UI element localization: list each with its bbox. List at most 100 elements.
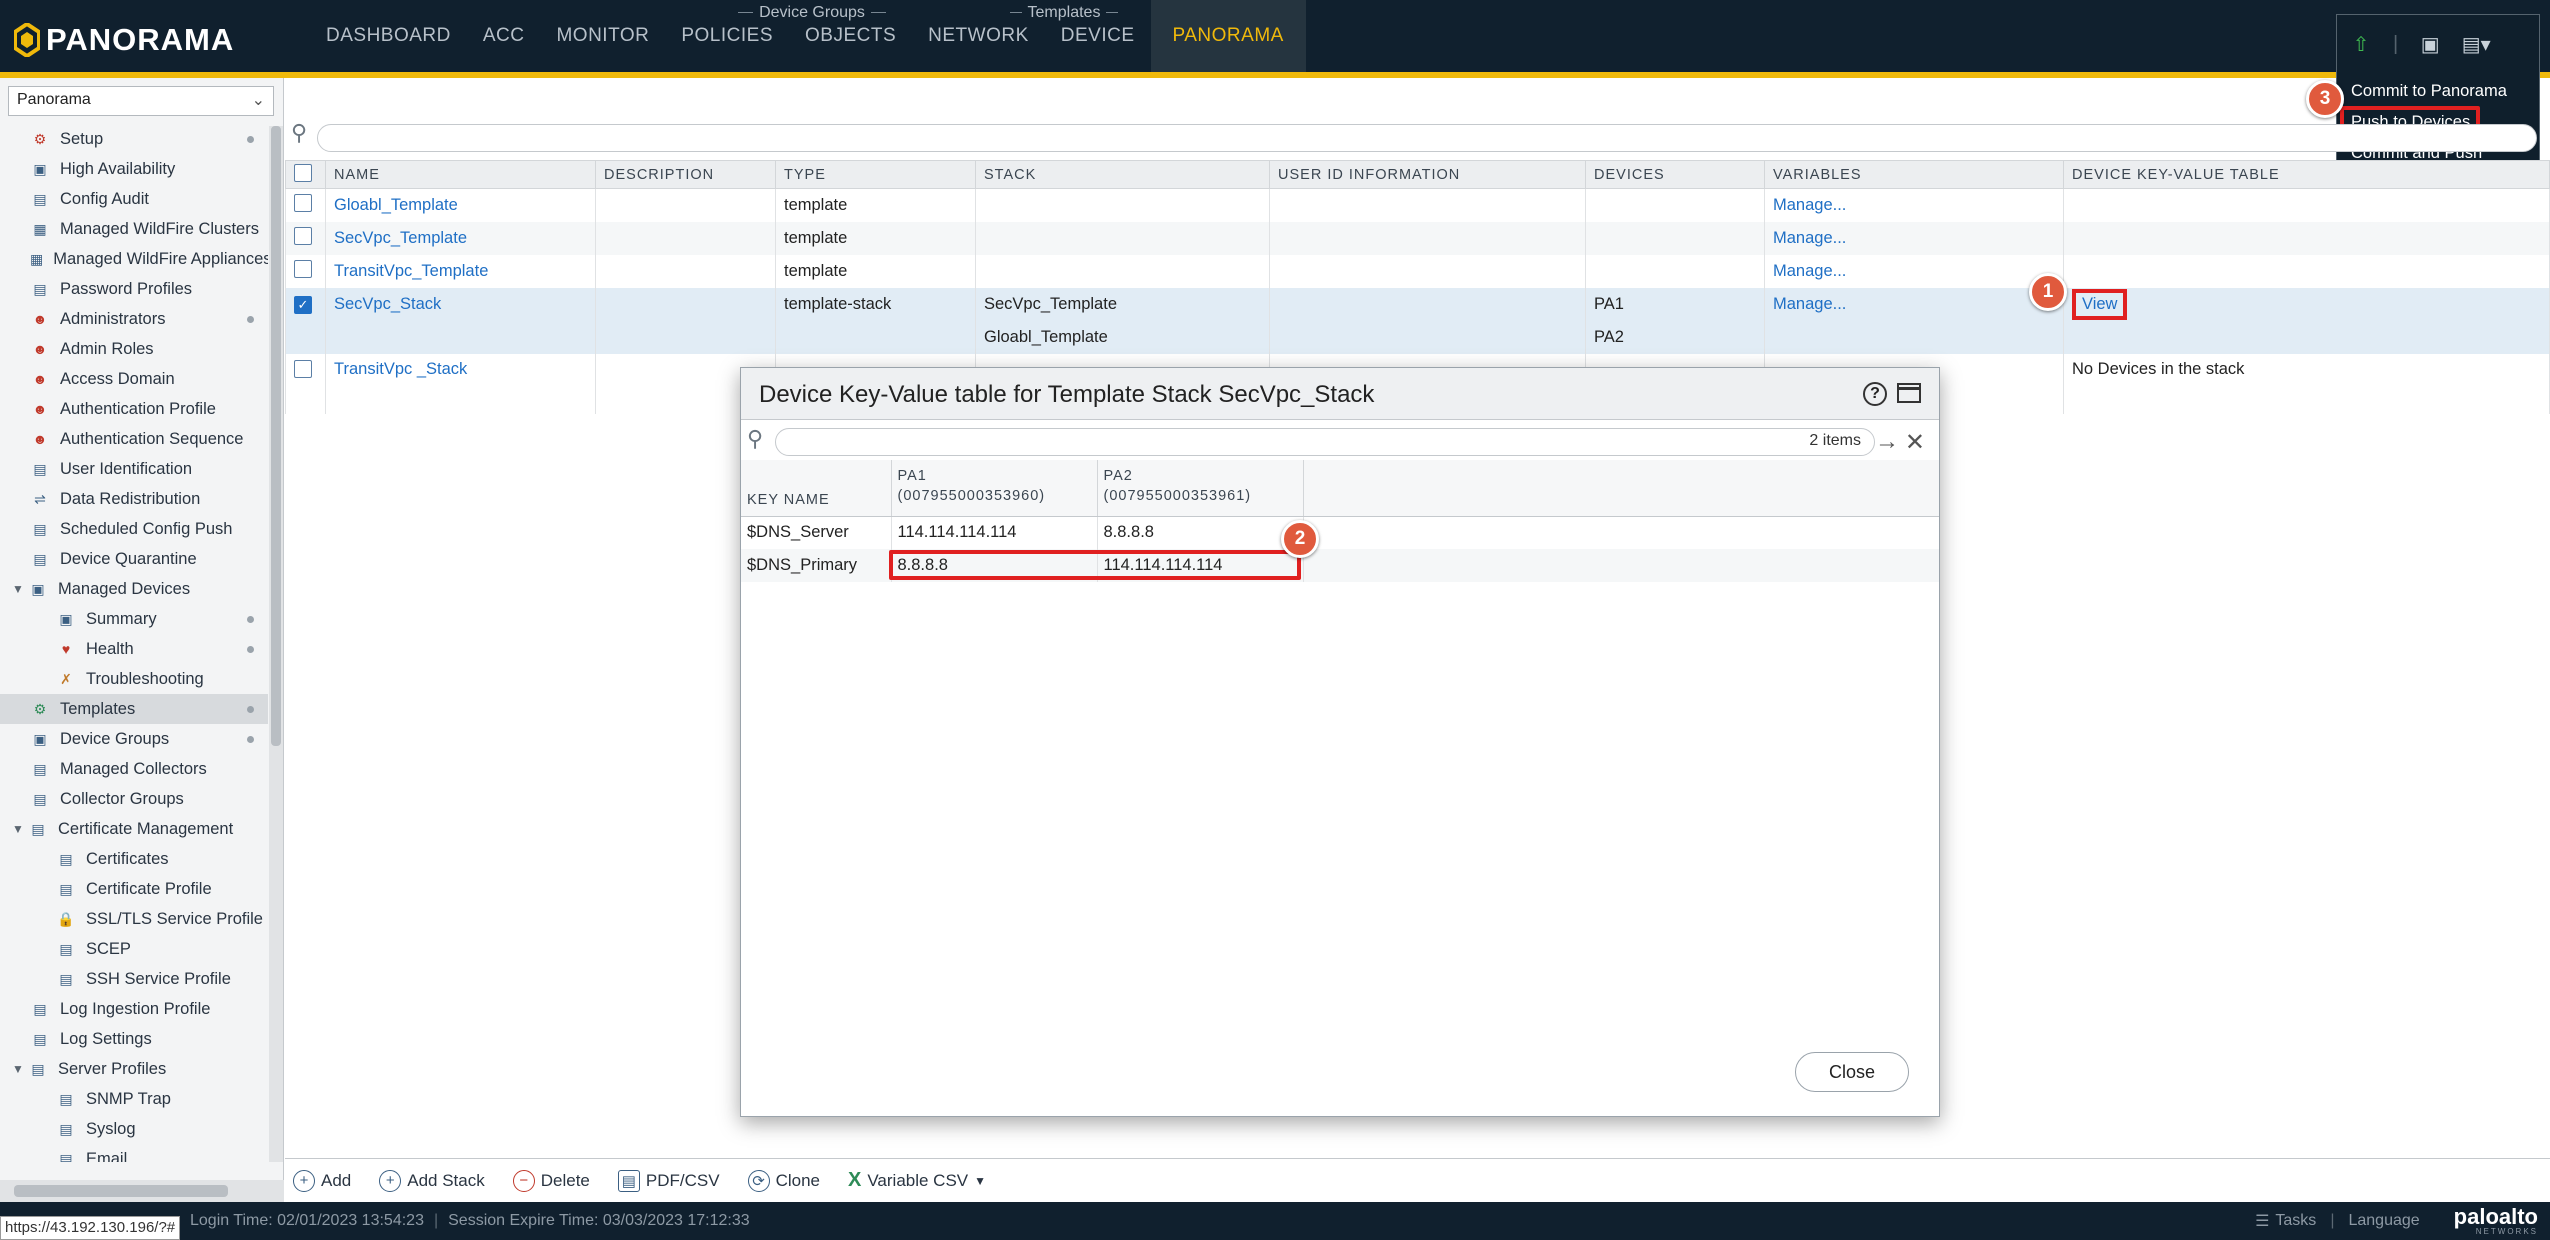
sidebar-item-authentication-sequence[interactable]: ☻ Authentication Sequence: [0, 424, 268, 454]
kv-view-link[interactable]: View: [2072, 288, 2128, 320]
sidebar-item-syslog[interactable]: ▤ Syslog: [0, 1114, 268, 1144]
col-description[interactable]: DESCRIPTION: [595, 160, 776, 189]
sidebar-item-scheduled-config-push[interactable]: ▤ Scheduled Config Push: [0, 514, 268, 544]
kv-pa2-cell[interactable]: 8.8.8.8: [1097, 516, 1304, 549]
sidebar-item-scep[interactable]: ▤ SCEP: [0, 934, 268, 964]
sidebar-item-device-quarantine[interactable]: ▤ Device Quarantine: [0, 544, 268, 574]
sidebar-item-managed-wildfire-clusters[interactable]: ▦ Managed WildFire Clusters: [0, 214, 268, 244]
add-stack-button[interactable]: + Add Stack: [379, 1169, 485, 1192]
help-icon[interactable]: ?: [1863, 382, 1887, 406]
sidebar-item-managed-wildfire-appliances[interactable]: ▦ Managed WildFire Appliances: [0, 244, 268, 274]
sidebar-item-certificate-management[interactable]: ▼ ▤ Certificate Management: [0, 814, 268, 844]
sidebar-item-authentication-profile[interactable]: ☻ Authentication Profile: [0, 394, 268, 424]
tasks-button[interactable]: ☰ Tasks: [2255, 1211, 2316, 1231]
context-select[interactable]: Panorama ⌄: [8, 86, 274, 116]
nav-acc[interactable]: ACC: [467, 0, 541, 72]
sidebar-item-password-profiles[interactable]: ▤ Password Profiles: [0, 274, 268, 304]
variables-manage-link[interactable]: Manage...: [1764, 221, 2064, 255]
delete-button[interactable]: − Delete: [512, 1169, 590, 1192]
col-devices[interactable]: DEVICES: [1585, 160, 1765, 189]
maximize-icon[interactable]: [1897, 383, 1921, 403]
nav-dashboard[interactable]: DASHBOARD: [310, 0, 467, 72]
config-menu-icon[interactable]: ▤▾: [2462, 31, 2491, 57]
col-variables[interactable]: VARIABLES: [1764, 160, 2064, 189]
lock-config-icon[interactable]: ▣: [2416, 31, 2444, 57]
sidebar-item-user-identification[interactable]: ▤ User Identification: [0, 454, 268, 484]
col-pa1[interactable]: PA1 (007955000353960): [891, 460, 1098, 517]
kv-pa1-cell[interactable]: 114.114.114.114: [891, 516, 1098, 549]
sidebar-item-access-domain[interactable]: ☻ Access Domain: [0, 364, 268, 394]
row-checkbox[interactable]: [294, 226, 312, 245]
sidebar-item-administrators[interactable]: ☻ Administrators: [0, 304, 268, 334]
add-button[interactable]: + Add: [293, 1169, 351, 1192]
sidebar-item-ssh-service-profile[interactable]: ▤ SSH Service Profile: [0, 964, 268, 994]
sidebar-item-snmp-trap[interactable]: ▤ SNMP Trap: [0, 1084, 268, 1114]
sidebar-item-email[interactable]: ▤ Email: [0, 1144, 268, 1163]
col-kv-table[interactable]: DEVICE KEY-VALUE TABLE: [2063, 160, 2550, 189]
sidebar-item-server-profiles[interactable]: ▼ ▤ Server Profiles: [0, 1054, 268, 1084]
variables-manage-link[interactable]: Manage...: [1764, 287, 2064, 321]
clone-button[interactable]: ⟳ Clone: [747, 1169, 820, 1192]
sidebar-horizontal-scrollbar[interactable]: [0, 1180, 284, 1202]
sidebar-item-config-audit[interactable]: ▤ Config Audit: [0, 184, 268, 214]
sidebar-item-ssl-tls-service-profile[interactable]: 🔒 SSL/TLS Service Profile: [0, 904, 268, 934]
template-name-link[interactable]: Gloabl_Template: [325, 188, 596, 222]
sidebar-item-certificates[interactable]: ▤ Certificates: [0, 844, 268, 874]
template-name-link[interactable]: TransitVpc_Template: [325, 254, 596, 288]
table-row[interactable]: SecVpc_Template template Manage...: [285, 221, 2550, 255]
sidebar-item-admin-roles[interactable]: ☻ Admin Roles: [0, 334, 268, 364]
variables-manage-link[interactable]: Manage...: [1764, 254, 2064, 288]
sidebar-item-troubleshooting[interactable]: ✗ Troubleshooting: [0, 664, 268, 694]
col-pa2[interactable]: PA2 (007955000353961): [1097, 460, 1304, 517]
col-user-id[interactable]: USER ID INFORMATION: [1269, 160, 1586, 189]
apply-filter-arrow-icon[interactable]: →: [1875, 428, 1899, 456]
row-select-cell: [285, 188, 326, 222]
sidebar-item-device-groups[interactable]: ▣ Device Groups: [0, 724, 268, 754]
sidebar-item-high-availability[interactable]: ▣ High Availability: [0, 154, 268, 184]
filter-input[interactable]: [317, 124, 2537, 152]
nav-panorama[interactable]: PANORAMA: [1150, 0, 1306, 72]
collapse-triangle-icon[interactable]: ▼: [8, 1062, 28, 1076]
table-row[interactable]: TransitVpc_Template template Manage...: [285, 254, 2550, 288]
sidebar-item-setup[interactable]: ⚙ Setup: [0, 124, 268, 154]
sidebar-hscroll-thumb[interactable]: [14, 1185, 228, 1197]
collapse-triangle-icon[interactable]: ▼: [8, 822, 28, 836]
sidebar-item-log-ingestion-profile[interactable]: ▤ Log Ingestion Profile: [0, 994, 268, 1024]
dialog-filter-input[interactable]: [775, 428, 1875, 456]
sidebar-item-collector-groups[interactable]: ▤ Collector Groups: [0, 784, 268, 814]
sidebar-item-managed-devices[interactable]: ▼ ▣ Managed Devices: [0, 574, 268, 604]
sidebar-item-data-redistribution[interactable]: ⇌ Data Redistribution: [0, 484, 268, 514]
variable-csv-button[interactable]: X Variable CSV ▼: [848, 1169, 986, 1192]
clear-filter-icon[interactable]: ✕: [1905, 428, 1925, 457]
sidebar-item-templates[interactable]: ⚙ Templates: [0, 694, 268, 724]
sidebar-scroll-thumb[interactable]: [271, 126, 281, 746]
row-checkbox[interactable]: [294, 259, 312, 278]
row-checkbox[interactable]: [294, 359, 312, 378]
template-name-link[interactable]: SecVpc_Stack: [325, 287, 596, 321]
collapse-triangle-icon[interactable]: ▼: [8, 582, 28, 596]
kv-row[interactable]: $DNS_Server 114.114.114.114 8.8.8.8: [741, 516, 1939, 549]
sidebar-scrollbar[interactable]: [269, 126, 283, 1162]
pdf-csv-button[interactable]: ▤ PDF/CSV: [617, 1169, 720, 1192]
sidebar-item-summary[interactable]: ▣ Summary: [0, 604, 268, 634]
template-name-link[interactable]: TransitVpc _Stack: [325, 353, 596, 414]
col-key-name[interactable]: KEY NAME: [741, 460, 892, 517]
nav-monitor[interactable]: MONITOR: [540, 0, 665, 72]
col-type[interactable]: TYPE: [775, 160, 976, 189]
variables-manage-link[interactable]: Manage...: [1764, 188, 2064, 222]
table-row[interactable]: Gloabl_Template template Manage...: [285, 188, 2550, 222]
sidebar-item-certificate-profile[interactable]: ▤ Certificate Profile: [0, 874, 268, 904]
close-button[interactable]: Close: [1795, 1052, 1909, 1092]
select-all-checkbox[interactable]: [294, 163, 312, 182]
col-stack[interactable]: STACK: [975, 160, 1270, 189]
language-button[interactable]: Language: [2348, 1212, 2419, 1230]
sidebar-item-health[interactable]: ♥ Health: [0, 634, 268, 664]
col-name[interactable]: NAME: [325, 160, 596, 189]
row-checkbox-checked[interactable]: ✓: [294, 295, 312, 314]
template-name-link[interactable]: SecVpc_Template: [325, 221, 596, 255]
sidebar-item-log-settings[interactable]: ▤ Log Settings: [0, 1024, 268, 1054]
sidebar-item-managed-collectors[interactable]: ▤ Managed Collectors: [0, 754, 268, 784]
table-row-selected[interactable]: ✓ SecVpc_Stack template-stack SecVpc_Tem…: [285, 287, 2550, 321]
row-checkbox[interactable]: [294, 193, 312, 212]
commit-icon[interactable]: ⇧: [2347, 31, 2375, 57]
